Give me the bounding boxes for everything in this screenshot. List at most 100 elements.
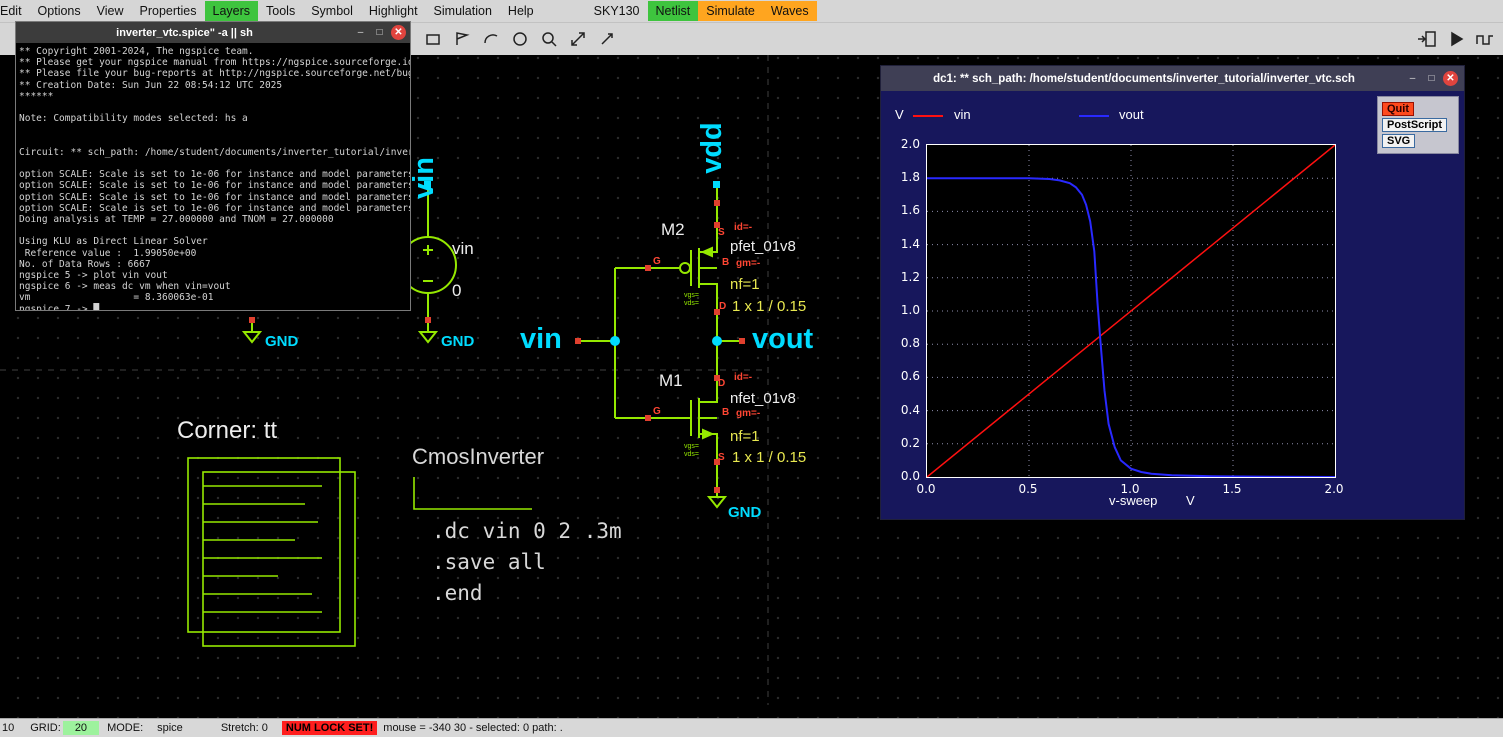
pan-icon[interactable] (594, 27, 619, 52)
x-tick-label: 0.0 (916, 482, 936, 496)
menu-sky130[interactable]: SKY130 (586, 1, 648, 21)
spice-directives-text: .dc vin 0 2 .3m .save all .end (432, 519, 622, 605)
y-tick-label: 0.4 (900, 402, 920, 417)
x-tick-label: 1.5 (1222, 482, 1242, 496)
polygon-tool-icon[interactable] (449, 27, 474, 52)
m1-vgs-vds-label: vgs= vds= (684, 443, 699, 458)
gnd-symbol-bottom[interactable] (706, 462, 728, 509)
status-grid-label: GRID: (30, 722, 61, 734)
curve-vout (927, 177, 1335, 477)
zoom-full-icon[interactable] (565, 27, 590, 52)
vtc-plot-svg (927, 145, 1335, 477)
menubar: Edit Options View Properties Layers Tool… (0, 0, 1503, 22)
y-tick-label: 0.0 (900, 469, 920, 483)
m1-model-label: nfet_01v8 (730, 390, 796, 407)
m2-vgs-vds-label: vgs= vds= (684, 292, 699, 307)
menu-tools[interactable]: Tools (258, 1, 303, 21)
menu-options[interactable]: Options (30, 1, 89, 21)
m1-pin-s-label: S (718, 452, 725, 463)
maximize-icon[interactable]: □ (1424, 71, 1439, 86)
zoom-icon[interactable] (536, 27, 561, 52)
netlist-export-icon[interactable] (1414, 27, 1439, 52)
y-tick-label: 1.4 (900, 236, 920, 251)
menu-layers[interactable]: Layers (204, 1, 259, 21)
m1-id-label: id=- (734, 372, 753, 383)
rectangle-tool-icon[interactable] (420, 27, 445, 52)
y-tick-label: 1.6 (900, 203, 920, 218)
menu-waves[interactable]: Waves (762, 1, 817, 21)
menu-properties[interactable]: Properties (132, 1, 205, 21)
close-icon[interactable]: ✕ (391, 25, 406, 40)
menu-highlight[interactable]: Highlight (361, 1, 426, 21)
view-waves-icon[interactable] (1472, 27, 1497, 52)
status-mode-label: MODE: (107, 722, 144, 734)
x-tick-label: 0.5 (1018, 482, 1038, 496)
postscript-button[interactable]: PostScript (1382, 118, 1448, 132)
menu-netlist[interactable]: Netlist (647, 1, 699, 21)
menu-simulation[interactable]: Simulation (426, 1, 500, 21)
x-axis-unit: V (1186, 493, 1195, 508)
gnd-label-left: GND (265, 333, 299, 350)
run-simulation-icon[interactable] (1443, 27, 1468, 52)
x-tick-label: 1.0 (1120, 482, 1140, 496)
gnd-label-source: GND (441, 333, 475, 350)
m2-id-label: id=- (734, 222, 753, 233)
quit-button[interactable]: Quit (1382, 102, 1414, 116)
m2-pin-g-label: G (653, 256, 661, 267)
gnd-symbol-source[interactable] (417, 320, 439, 344)
y-tick-label: 1.2 (900, 269, 920, 284)
corner-label: Corner: tt (177, 417, 278, 444)
m1-name-label: M1 (659, 371, 683, 390)
menu-symbol[interactable]: Symbol (303, 1, 361, 21)
output-wires[interactable] (716, 312, 742, 378)
status-grid-value[interactable]: 20 (62, 721, 100, 735)
terminal-output[interactable]: ** Copyright 2001-2024, The ngspice team… (16, 43, 410, 310)
m1-nf-label: nf=1 (730, 428, 760, 445)
m2-name-label: M2 (661, 220, 685, 239)
net-junctions (424, 181, 722, 346)
m1-gm-label: gm=- (736, 408, 761, 419)
vin-legend-label: vin (954, 107, 971, 122)
arc-tool-icon[interactable] (478, 27, 503, 52)
minimize-icon[interactable]: – (1405, 71, 1420, 86)
menu-edit[interactable]: Edit (0, 1, 30, 21)
m2-pin-b-label: B (722, 257, 730, 268)
menu-simulate[interactable]: Simulate (698, 1, 763, 21)
m1-size-label: 1 x 1 / 0.15 (732, 449, 807, 466)
net-label-vin-rotated: vin (408, 157, 440, 199)
menu-view[interactable]: View (89, 1, 132, 21)
svg-button[interactable]: SVG (1382, 134, 1416, 148)
source-name-label: vin (452, 239, 474, 258)
y-tick-label: 1.0 (900, 303, 920, 317)
source-value-label: 0 (452, 281, 462, 300)
plot-area[interactable] (926, 144, 1336, 478)
net-label-vdd: vdd (696, 122, 728, 174)
corner-document-icon[interactable] (187, 457, 356, 647)
menu-help[interactable]: Help (500, 1, 542, 21)
circle-tool-icon[interactable] (507, 27, 532, 52)
net-label-vout: vout (752, 323, 814, 355)
status-mode-value: spice (157, 722, 183, 734)
xschem-window: vin vdd vin vout GND GND GND vin 0 M2 S … (0, 0, 1503, 737)
y-tick-label: 1.8 (900, 170, 920, 185)
vout-legend-swatch (1079, 115, 1109, 117)
minimize-icon[interactable]: – (353, 25, 368, 40)
vin-legend-swatch (913, 115, 943, 117)
plot-button-panel: Quit PostScript SVG (1377, 96, 1459, 154)
gnd-symbol-left[interactable] (241, 322, 263, 344)
net-label-vin: vin (520, 323, 562, 355)
cell-name-bracket (413, 477, 532, 510)
maximize-icon[interactable]: □ (372, 25, 387, 40)
status-stretch: Stretch: 0 (220, 722, 268, 734)
plot-region: V vin vout Quit PostScript SVG v-sweep V… (881, 91, 1464, 519)
status-mouse-info: mouse = -340 30 - selected: 0 path: . (383, 722, 563, 734)
close-icon[interactable]: ✕ (1443, 71, 1458, 86)
m1-pin-b-label: B (722, 407, 730, 418)
y-axis-unit: V (895, 107, 904, 122)
statusbar: 10 GRID: 20 MODE: spice Stretch: 0 NUM L… (0, 718, 1503, 737)
m2-size-label: 1 x 1 / 0.15 (732, 298, 807, 315)
status-scale: 10 (2, 722, 15, 734)
plot-titlebar[interactable]: dc1: ** sch_path: /home/student/document… (881, 66, 1464, 91)
x-tick-label: 2.0 (1324, 482, 1344, 496)
terminal-titlebar[interactable]: inverter_vtc.spice" -a || sh – □ ✕ (16, 22, 410, 43)
